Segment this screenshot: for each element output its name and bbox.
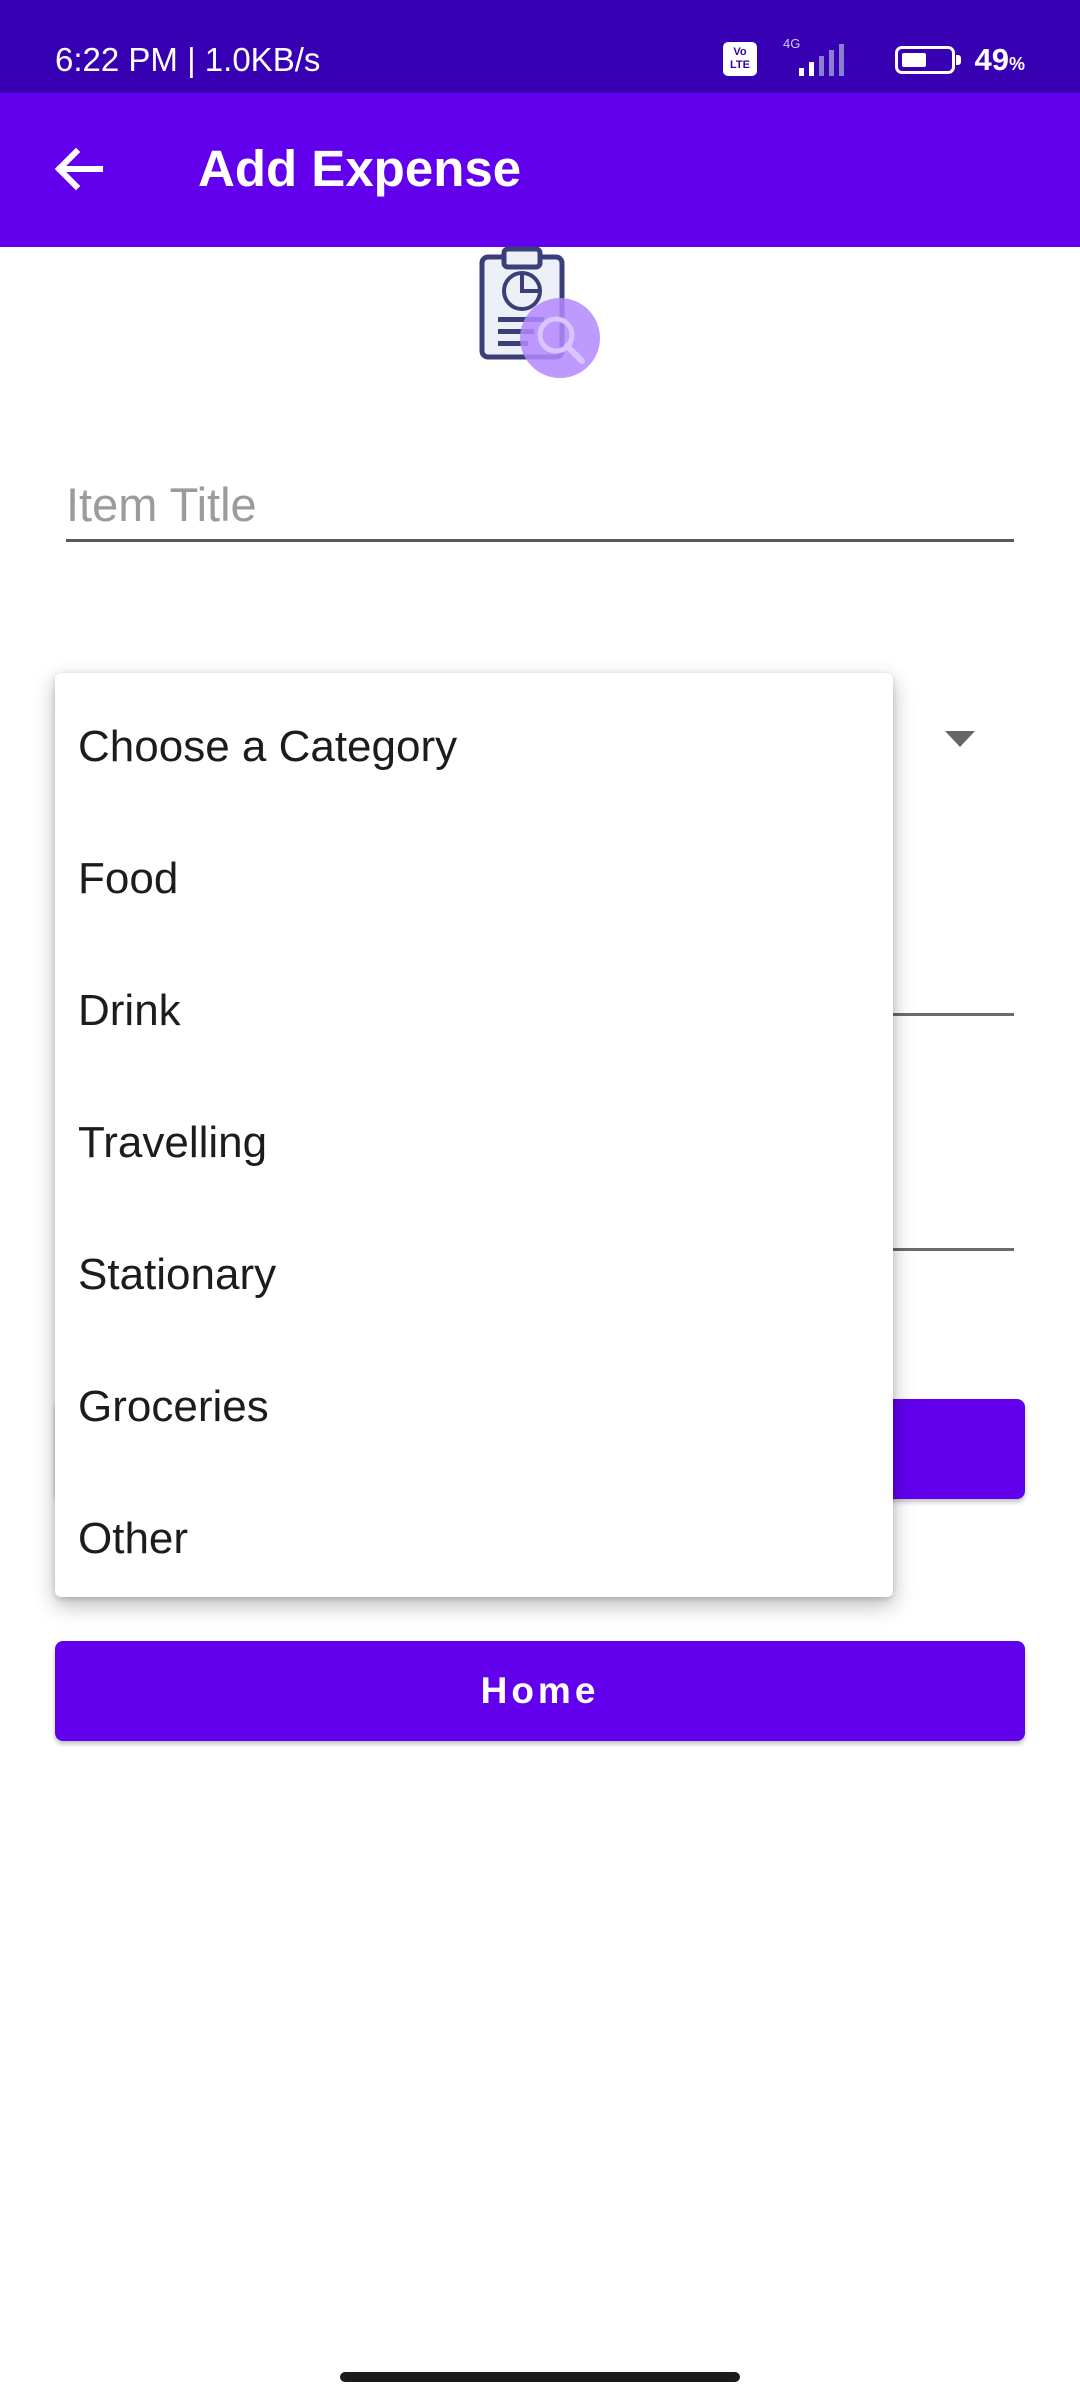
dropdown-option-drink[interactable]: Drink: [55, 945, 893, 1077]
add-expense-screen: 6:22 PM | 1.0KB/s Vo LTE 4G 49% Add Expe…: [0, 0, 1080, 2400]
status-time: 6:22 PM | 1.0KB/s: [55, 41, 321, 78]
item-title-input[interactable]: [66, 470, 1014, 538]
battery-percent: 49%: [974, 42, 1026, 77]
category-dropdown-arrow-icon[interactable]: [945, 731, 975, 747]
dropdown-option-travelling[interactable]: Travelling: [55, 1077, 893, 1209]
dropdown-option-other[interactable]: Other: [55, 1473, 893, 1605]
gesture-navigation-handle[interactable]: [340, 2372, 740, 2382]
dropdown-option-food[interactable]: Food: [55, 813, 893, 945]
status-bar: 6:22 PM | 1.0KB/s Vo LTE 4G 49%: [0, 0, 1080, 93]
page-title: Add Expense: [198, 140, 522, 197]
battery-icon: [895, 46, 961, 74]
category-dropdown-list: Choose a Category Food Drink Travelling …: [55, 673, 893, 1597]
item-title-field[interactable]: [66, 470, 1014, 542]
volte-icon: Vo LTE: [723, 42, 757, 76]
signal-icon: 4G: [779, 36, 851, 78]
back-arrow-icon[interactable]: [50, 141, 106, 197]
expense-report-icon: [479, 246, 600, 378]
battery-level: [902, 53, 926, 67]
dropdown-option-groceries[interactable]: Groceries: [55, 1341, 893, 1473]
app-bar: Add Expense: [0, 93, 1080, 247]
network-type-label: 4G: [783, 36, 801, 51]
home-button[interactable]: Home: [55, 1641, 1025, 1741]
dropdown-option-choose-category[interactable]: Choose a Category: [55, 681, 893, 813]
dropdown-option-stationary[interactable]: Stationary: [55, 1209, 893, 1341]
status-icons: Vo LTE 4G 49%: [665, 36, 1026, 82]
